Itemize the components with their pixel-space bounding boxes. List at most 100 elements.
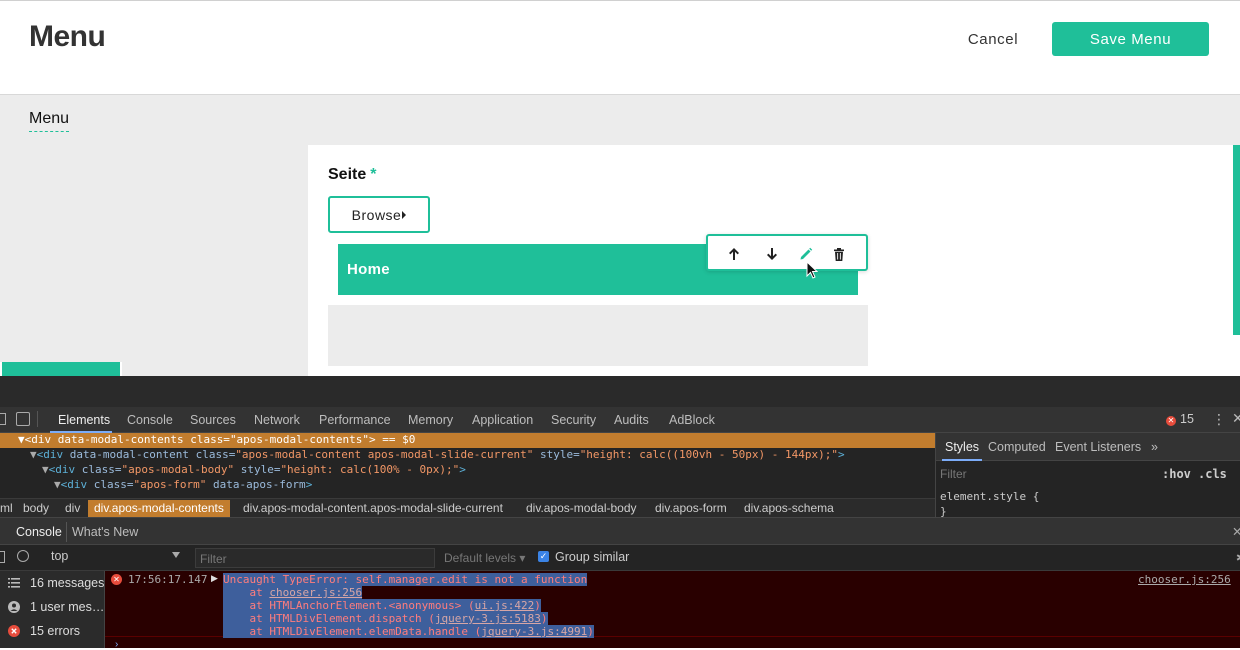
cancel-button[interactable]: Cancel [960, 23, 1026, 55]
console-filter-input[interactable]: Filter [195, 548, 435, 568]
console-settings-icon[interactable]: ✱ [1236, 550, 1240, 565]
group-similar-checkbox[interactable]: ✓ [538, 551, 549, 562]
tab-application[interactable]: Application [472, 413, 533, 427]
error-line: Uncaught TypeError: self.manager.edit is… [223, 573, 588, 586]
dom-attr: data-modal-contents class= [51, 433, 230, 446]
tab-menu[interactable]: Menu [29, 110, 70, 132]
sidebar-item-errors[interactable]: 15 errors [0, 619, 105, 643]
field-label-text: Seite [328, 166, 367, 183]
close-drawer-icon[interactable]: ✕ [1232, 524, 1240, 539]
devtools-panel: Elements Console Sources Network Perform… [0, 376, 1240, 650]
breadcrumb-item[interactable]: div [65, 501, 80, 515]
log-levels-dropdown[interactable]: Default levels ▾ [444, 551, 525, 565]
dom-attr: class= [87, 478, 134, 491]
more-tabs-icon[interactable]: » [1151, 440, 1158, 454]
stack-link[interactable]: jquery-3.js:4991 [481, 625, 587, 638]
close-devtools-icon[interactable]: ✕ [1232, 410, 1240, 427]
scrollbar[interactable] [1233, 145, 1240, 335]
schema-form: Seite * Browse Home [308, 145, 1234, 376]
error-icon: ✕ [111, 574, 122, 585]
dom-node[interactable]: ▼<div data-modal-content class="apos-mod… [0, 448, 845, 463]
dom-tag: <div [60, 478, 88, 491]
tab-security[interactable]: Security [551, 413, 596, 427]
tab-console[interactable]: Console [127, 413, 173, 427]
move-down-icon[interactable] [761, 243, 783, 265]
browse-label: Browse [351, 206, 402, 223]
device-toggle-icon[interactable] [16, 412, 30, 426]
dom-attr: class= [75, 463, 122, 476]
active-tab-indicator [942, 459, 982, 461]
tab-sources[interactable]: Sources [190, 413, 236, 427]
tab-adblock[interactable]: AdBlock [669, 413, 715, 427]
prompt-chevron-icon[interactable]: › [115, 639, 118, 650]
item-controls [706, 234, 868, 271]
error-message-text: Uncaught TypeError: self.manager.edit is… [223, 573, 594, 638]
tab-styles[interactable]: Styles [945, 440, 979, 454]
toolbar-divider [37, 411, 38, 427]
stack-frame-text: ) [540, 612, 548, 625]
kebab-menu-icon[interactable]: ⋮ [1212, 411, 1226, 428]
sidebar-toggle-icon[interactable] [0, 551, 5, 563]
menu-modal: Menu Cancel Save Menu Menu Seite * Browse… [0, 0, 1240, 376]
dom-node-selected[interactable]: ▼<div data-modal-contents class="apos-mo… [0, 433, 935, 448]
tab-computed[interactable]: Computed [988, 440, 1046, 454]
styles-filter-input[interactable]: Filter [940, 467, 967, 481]
dom-tag-end: > [459, 463, 466, 476]
tab-event-listeners[interactable]: Event Listeners [1055, 440, 1141, 454]
error-counter[interactable]: ✕ 15 [1166, 412, 1194, 426]
sidebar-item-label: 1 user mes… [30, 600, 105, 614]
breadcrumb-item[interactable]: div.apos-modal-body [526, 501, 637, 515]
sidebar-item-messages[interactable]: 16 messages [0, 571, 105, 595]
move-up-icon[interactable] [723, 243, 745, 265]
clear-console-icon[interactable] [17, 550, 29, 562]
stack-link[interactable]: ui.js:422 [475, 599, 535, 612]
stack-line: at chooser.js:256 [223, 586, 363, 599]
stack-link[interactable]: jquery-3.js:5183 [435, 612, 541, 625]
dom-tag: <div [48, 463, 76, 476]
drawer-tab-whats-new[interactable]: What's New [72, 525, 138, 539]
expand-triangle-icon[interactable]: ▶ [211, 573, 218, 584]
save-menu-button[interactable]: Save Menu [1052, 22, 1209, 56]
stack-frame-text: at HTMLDivElement.elemData.handle ( [223, 625, 482, 638]
breadcrumb-item[interactable]: ml [0, 501, 13, 515]
context-selector[interactable]: top [44, 549, 184, 567]
modal-header: Menu Cancel Save Menu [0, 0, 1240, 95]
tab-network[interactable]: Network [254, 413, 300, 427]
error-message-row[interactable]: ✕ 17:56:17.147 ▶ Uncaught TypeError: sel… [105, 571, 1240, 638]
cls-toggle[interactable]: .cls [1198, 467, 1227, 481]
expand-triangle-icon[interactable]: ▼ [42, 463, 49, 476]
drawer-tab-console[interactable]: Console [16, 525, 62, 539]
browse-button[interactable]: Browse [328, 196, 430, 233]
tab-performance[interactable]: Performance [319, 413, 391, 427]
expand-triangle-icon[interactable]: ▼ [30, 448, 37, 461]
tab-elements[interactable]: Elements [58, 413, 110, 427]
dom-value: "height: calc((100vh - 50px) - 144px);" [579, 448, 838, 461]
trash-icon[interactable] [828, 243, 850, 265]
devtools-resizer[interactable] [0, 376, 1240, 407]
console-sidebar: 16 messages 1 user mes… 15 errors [0, 571, 105, 648]
log-source-link[interactable]: chooser.js:256 [1138, 573, 1231, 586]
dom-node[interactable]: ▼<div class="apos-modal-body" style="hei… [0, 463, 466, 478]
stack-link[interactable]: chooser.js:256 [269, 586, 362, 599]
styles-tabbar: Styles Computed Event Listeners » [936, 433, 1240, 461]
left-panel-button-edge[interactable] [0, 362, 122, 376]
expand-triangle-icon[interactable]: ▼ [54, 478, 61, 491]
tab-memory[interactable]: Memory [408, 413, 453, 427]
sidebar-item-user-messages[interactable]: 1 user mes… [0, 595, 105, 619]
breadcrumb-item-active[interactable]: div.apos-modal-contents [88, 500, 230, 517]
dom-value: "height: calc(100% - 0px);" [280, 463, 460, 476]
hov-toggle[interactable]: :hov [1162, 467, 1191, 481]
stack-frame-text: ) [587, 625, 594, 638]
breadcrumb-item[interactable]: div.apos-modal-content.apos-modal-slide-… [243, 501, 503, 515]
dom-node[interactable]: ▼<div class="apos-form" data-apos-form> [0, 478, 312, 493]
error-icon [8, 625, 20, 637]
sidebar-item-label: 15 errors [30, 624, 81, 638]
tab-audits[interactable]: Audits [614, 413, 649, 427]
log-timestamp: 17:56:17.147 [128, 573, 208, 586]
inspect-icon[interactable] [0, 413, 6, 425]
breadcrumb-item[interactable]: div.apos-form [655, 501, 727, 515]
expand-triangle-icon[interactable]: ▼ [18, 433, 25, 446]
left-panel [0, 145, 308, 376]
breadcrumb-item[interactable]: div.apos-schema [744, 501, 834, 515]
breadcrumb-item[interactable]: body [23, 501, 49, 515]
